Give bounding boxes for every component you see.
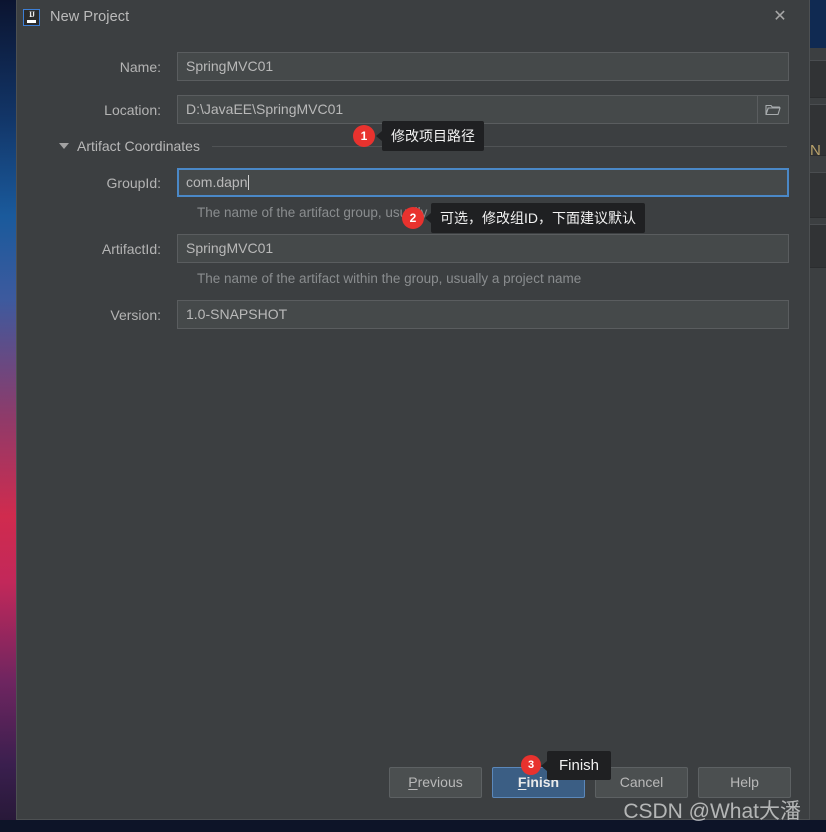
new-project-dialog: IJ New Project ✕ Name: SpringMVC01 Locat… <box>16 0 810 823</box>
name-label: Name: <box>119 58 161 75</box>
callout-text-2: 可选，修改组ID，下面建议默认 <box>440 210 636 226</box>
help-button[interactable]: Help <box>698 766 791 798</box>
callout-badge-3: 3 <box>521 755 541 775</box>
chevron-down-icon <box>59 143 69 149</box>
name-row: Name: SpringMVC01 <box>37 52 789 81</box>
callout-badge-1: 1 <box>353 125 375 147</box>
text-caret <box>248 175 250 190</box>
ide-panel-row <box>808 224 826 268</box>
ide-toolbar-row <box>808 60 826 98</box>
groupid-row: GroupId: com.dapn <box>37 168 789 197</box>
desktop-background: N IJ New Project ✕ Name: SpringMVC01 Loc… <box>0 0 826 832</box>
artifactid-input[interactable]: SpringMVC01 <box>177 234 789 263</box>
dialog-footer: 3 Finish Previous Finish Cancel Help CSD… <box>17 751 809 823</box>
ide-editor-text: N <box>810 142 821 159</box>
artifactid-row: ArtifactId: SpringMVC01 <box>37 234 789 263</box>
dialog-titlebar: IJ New Project ✕ <box>17 0 809 34</box>
previous-button-label: Previous <box>408 774 463 790</box>
section-divider <box>211 145 787 147</box>
callout-badge-2: 2 <box>402 207 424 229</box>
dialog-title: New Project <box>50 9 130 25</box>
callout-tooltip-1: 修改项目路径 <box>376 121 484 151</box>
callout-text-3: Finish <box>559 757 600 774</box>
artifactid-hint: The name of the artifact within the grou… <box>197 271 582 286</box>
version-row: Version: 1.0-SNAPSHOT <box>37 300 789 329</box>
dialog-body: Name: SpringMVC01 Location: D:\JavaEE\Sp… <box>17 34 809 759</box>
ide-panel-row <box>808 172 826 218</box>
callout-text-1: 修改项目路径 <box>391 128 475 144</box>
groupid-input[interactable]: com.dapn <box>177 168 789 197</box>
groupid-value: com.dapn <box>186 174 248 190</box>
callout-tooltip-3: Finish <box>541 751 612 780</box>
location-input[interactable]: D:\JavaEE\SpringMVC01 <box>177 95 758 124</box>
version-label: Version: <box>110 306 161 323</box>
taskbar <box>0 820 826 832</box>
browse-folder-button[interactable] <box>757 95 789 124</box>
groupid-label: GroupId: <box>106 174 161 191</box>
folder-icon <box>765 104 781 116</box>
ide-wallpaper-sliver <box>808 0 826 48</box>
artifactid-label: ArtifactId: <box>101 240 161 257</box>
version-input[interactable]: 1.0-SNAPSHOT <box>177 300 789 329</box>
name-input[interactable]: SpringMVC01 <box>177 52 789 81</box>
location-row: Location: D:\JavaEE\SpringMVC01 <box>37 95 789 124</box>
close-icon[interactable]: ✕ <box>769 6 791 28</box>
location-label: Location: <box>104 101 161 118</box>
previous-button[interactable]: Previous <box>389 766 482 798</box>
callout-tooltip-2: 可选，修改组ID，下面建议默认 <box>425 203 645 233</box>
intellij-idea-icon: IJ <box>23 8 40 26</box>
artifact-coordinates-label: Artifact Coordinates <box>77 138 200 154</box>
